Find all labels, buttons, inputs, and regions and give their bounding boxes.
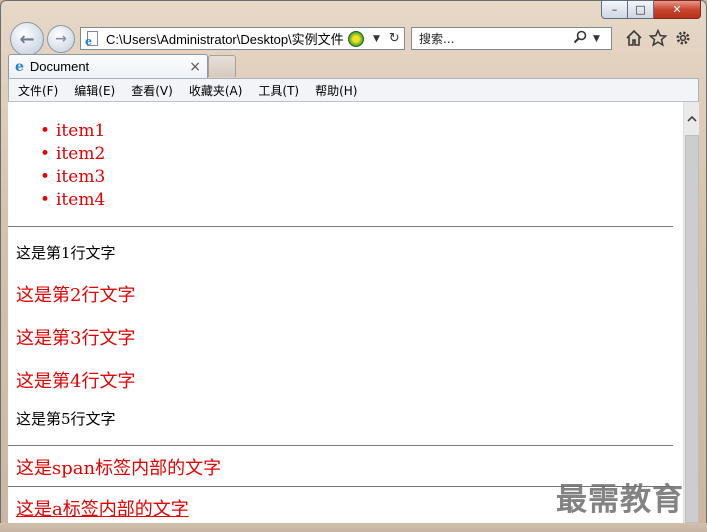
search-box[interactable]: ▼ [411, 27, 612, 50]
text-line-3: 这是第3行文字 [16, 328, 136, 349]
text-line-2: 这是第2行文字 [16, 285, 136, 306]
text-line-1: 这是第1行文字 [16, 244, 116, 262]
list-item: item1 [40, 120, 683, 143]
menu-tools[interactable]: 工具(T) [250, 82, 307, 99]
menu-view[interactable]: 查看(V) [123, 82, 181, 99]
ie-page-icon: e [15, 58, 24, 75]
search-dropdown-icon[interactable]: ▼ [593, 34, 600, 44]
list-item: item3 [40, 166, 683, 189]
watermark-logo: 最需教育 [556, 482, 684, 518]
close-tab-icon[interactable]: × [189, 59, 201, 75]
forward-icon: → [55, 31, 67, 47]
compatibility-view-icon[interactable] [348, 30, 364, 47]
maximize-button[interactable]: □ [628, 0, 654, 19]
scroll-up-arrow-icon[interactable] [684, 110, 700, 126]
address-text[interactable]: C:\Users\Administrator\Desktop\实例文件 [106, 29, 346, 48]
new-tab-button[interactable] [208, 55, 236, 77]
home-icon[interactable] [624, 28, 644, 48]
span-text: 这是span标签内部的文字 [16, 458, 222, 479]
vertical-scrollbar[interactable] [683, 102, 699, 523]
address-dropdown-icon[interactable]: ▼ [373, 34, 380, 44]
gear-icon[interactable] [673, 28, 693, 48]
text-line-5: 这是第5行文字 [16, 410, 116, 428]
menu-help[interactable]: 帮助(H) [307, 82, 365, 99]
search-input[interactable] [419, 31, 569, 46]
anchor-link[interactable]: 这是a标签内部的文字 [16, 495, 189, 521]
tab-document[interactable]: e Document × [8, 54, 208, 78]
menu-favorites[interactable]: 收藏夹(A) [181, 82, 251, 99]
refresh-icon[interactable]: ↻ [389, 31, 400, 46]
list-item: item4 [40, 189, 683, 212]
text-line-4: 这是第4行文字 [16, 371, 136, 392]
menu-edit[interactable]: 编辑(E) [66, 82, 123, 99]
window-controls: – □ ✕ [601, 0, 701, 19]
scrollbar-thumb[interactable] [685, 135, 699, 523]
list-item: item2 [40, 143, 683, 166]
page-icon: e [85, 30, 101, 48]
horizontal-rule [8, 226, 673, 227]
back-button[interactable]: ← [10, 22, 44, 56]
menu-file[interactable]: 文件(F) [9, 82, 66, 99]
search-icon[interactable] [573, 30, 587, 48]
close-window-button[interactable]: ✕ [654, 0, 701, 19]
window-bottom-border [0, 523, 707, 532]
horizontal-rule [8, 445, 673, 446]
page-content: item1 item2 item3 item4 这是第1行文字 这是第2行文字 … [8, 102, 683, 523]
address-bar[interactable]: e C:\Users\Administrator\Desktop\实例文件 ▼ … [80, 27, 405, 50]
favorites-star-icon[interactable] [648, 28, 668, 48]
item-list: item1 item2 item3 item4 [40, 120, 683, 212]
back-icon: ← [19, 28, 35, 50]
tab-title: Document [29, 59, 90, 74]
minimize-button[interactable]: – [601, 0, 628, 19]
menu-bar: 文件(F) 编辑(E) 查看(V) 收藏夹(A) 工具(T) 帮助(H) [8, 78, 699, 102]
forward-button[interactable]: → [47, 25, 75, 53]
